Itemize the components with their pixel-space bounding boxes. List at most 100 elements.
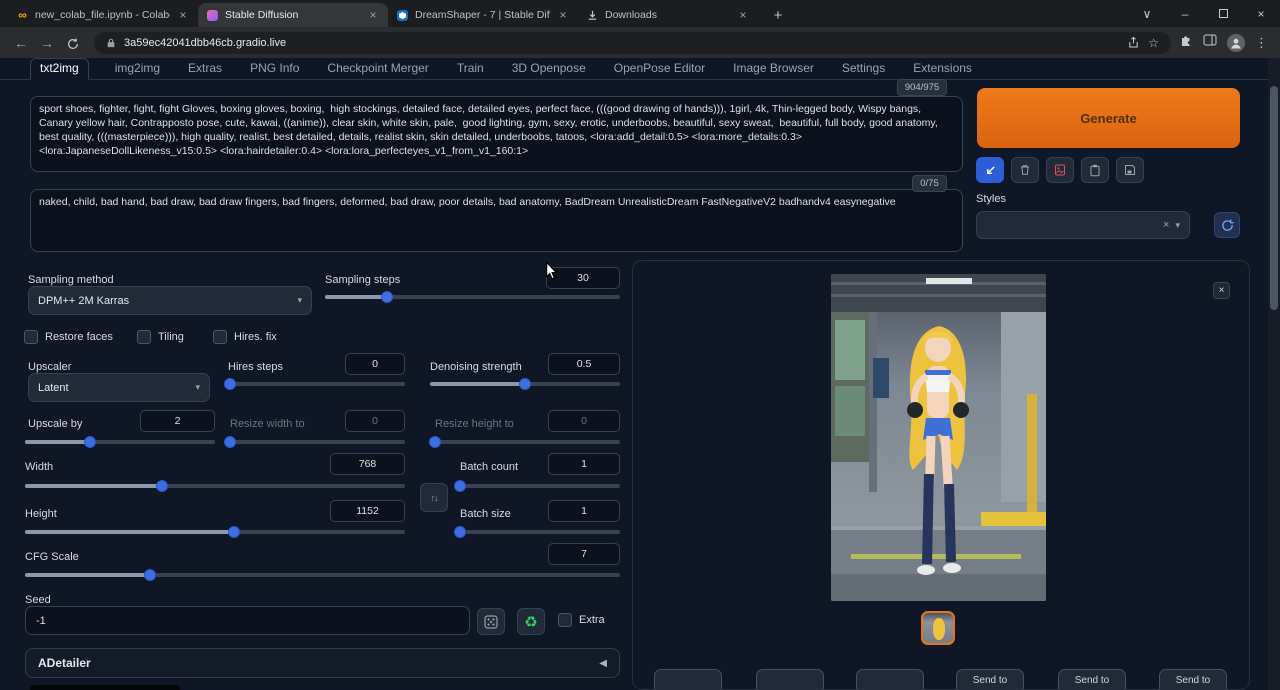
batch-size-value[interactable]: 1 [548,500,620,522]
output-action-button[interactable] [856,669,924,690]
save-style-button[interactable] [1116,157,1144,183]
adetailer-accordion[interactable]: ADetailer ◀ [25,648,620,678]
denoising-strength-value[interactable]: 0.5 [548,353,620,375]
new-tab-button[interactable]: + [766,3,790,27]
generated-image [831,274,1046,601]
hires-fix-checkbox[interactable]: Hires. fix [213,330,277,344]
reuse-seed-button[interactable]: ♻ [517,608,545,635]
downloads-favicon [586,9,599,22]
output-zip-button[interactable] [756,669,824,690]
restore-faces-checkbox[interactable]: Restore faces [24,330,113,344]
batch-count-value[interactable]: 1 [548,453,620,475]
height-slider[interactable] [25,526,405,538]
address-bar[interactable]: 3a59ec42041dbb46cb.gradio.live ☆ [94,32,1171,54]
tab-close-icon[interactable]: × [736,8,750,22]
checkbox-box[interactable] [24,330,38,344]
upscale-by-slider[interactable] [25,436,215,448]
batch-size-slider[interactable] [460,526,620,538]
minimize-button[interactable]: – [1166,0,1204,27]
tiling-checkbox[interactable]: Tiling [137,330,184,344]
gallery-thumbnail[interactable] [921,611,955,645]
refresh-styles-button[interactable] [1214,212,1240,238]
bookmark-star-icon[interactable]: ☆ [1148,36,1159,50]
batch-count-slider[interactable] [460,480,620,492]
denoising-strength-slider[interactable] [430,378,620,390]
hires-steps-slider[interactable] [230,378,405,390]
paste-generation-params-button[interactable] [976,157,1004,183]
output-save-button[interactable] [654,669,722,690]
extra-seed-checkbox[interactable]: Extra [558,613,605,627]
close-preview-button[interactable]: × [1213,282,1230,299]
sampling-steps-slider[interactable] [325,291,620,303]
tab-search-chevron-icon[interactable]: ∨ [1128,0,1166,27]
clear-prompt-button[interactable] [1011,157,1039,183]
extra-networks-button[interactable] [1046,157,1074,183]
forward-button[interactable]: → [34,31,60,55]
lock-icon [106,37,116,49]
maximize-button[interactable] [1204,0,1242,27]
checkbox-box[interactable] [137,330,151,344]
browser-tab-colab[interactable]: ∞ new_colab_file.ipynb - Colaborat × [8,3,198,27]
tab-checkpoint-merger[interactable]: Checkpoint Merger [325,59,430,79]
browser-menu-icon[interactable]: ⋮ [1255,35,1268,51]
tab-txt2img[interactable]: txt2img [30,58,89,80]
styles-dropdown[interactable]: × ▾ [976,211,1190,239]
hires-steps-value[interactable]: 0 [345,353,405,375]
swap-width-height-button[interactable]: ↑↓ [420,483,448,512]
browser-tab-stable-diffusion[interactable]: Stable Diffusion × [198,3,388,27]
reload-button[interactable] [60,31,86,55]
browser-tab-title: DreamShaper - 7 | Stable Diffusio [415,9,550,21]
close-window-button[interactable]: × [1242,0,1280,27]
share-icon[interactable] [1127,36,1140,49]
seed-input[interactable] [25,606,470,635]
upscale-by-value[interactable]: 2 [140,410,215,432]
apply-style-button[interactable] [1081,157,1109,183]
dice-icon [484,615,498,629]
tab-openpose-editor[interactable]: OpenPose Editor [612,59,707,79]
resize-width-to-label: Resize width to [230,418,305,430]
tab-img2img[interactable]: img2img [113,59,162,79]
browser-tab-title: new_colab_file.ipynb - Colaborat [35,9,170,21]
generated-image-preview[interactable] [831,274,1046,601]
width-value[interactable]: 768 [330,453,405,475]
tab-close-icon[interactable]: × [366,8,380,22]
send-to-img2img-button[interactable]: Send to [956,669,1024,690]
tab-3d-openpose[interactable]: 3D Openpose [510,59,588,79]
sampling-method-dropdown[interactable]: DPM++ 2M Karras ▾ [28,286,312,315]
side-panel-icon[interactable] [1203,33,1217,52]
back-button[interactable]: ← [8,31,34,55]
extensions-puzzle-icon[interactable] [1179,33,1193,52]
tab-close-icon[interactable]: × [556,8,570,22]
url-text[interactable]: 3a59ec42041dbb46cb.gradio.live [124,37,1119,49]
tab-image-browser[interactable]: Image Browser [731,59,816,79]
output-panel: × Send to Send to Send to [632,260,1250,690]
tab-settings[interactable]: Settings [840,59,887,79]
tab-extras[interactable]: Extras [186,59,224,79]
random-seed-button[interactable] [477,608,505,635]
tab-extensions[interactable]: Extensions [911,59,974,79]
send-to-extras-button[interactable]: Send to [1159,669,1227,690]
browser-tab-downloads[interactable]: Downloads × [578,3,758,27]
scrollbar-thumb[interactable] [1270,86,1278,310]
styles-clear-icon[interactable]: × [1163,219,1169,231]
checkbox-box[interactable] [213,330,227,344]
upscaler-dropdown[interactable]: Latent ▾ [28,373,210,402]
cfg-scale-slider[interactable] [25,569,620,581]
browser-tab-dreamshaper[interactable]: DreamShaper - 7 | Stable Diffusio × [388,3,578,27]
prompt-input[interactable]: sport shoes, fighter, fight, fight Glove… [30,96,963,172]
tab-png-info[interactable]: PNG Info [248,59,301,79]
page-scrollbar[interactable] [1268,58,1280,690]
generate-button[interactable]: Generate [977,88,1240,148]
chevron-down-icon: ▾ [297,295,302,306]
height-value[interactable]: 1152 [330,500,405,522]
cfg-scale-value[interactable]: 7 [548,543,620,565]
batch-size-label: Batch size [460,508,511,520]
checkbox-box[interactable] [558,613,572,627]
upscaler-value: Latent [38,382,189,394]
profile-avatar[interactable] [1227,34,1245,52]
send-to-inpaint-button[interactable]: Send to [1058,669,1126,690]
tab-train[interactable]: Train [455,59,486,79]
width-slider[interactable] [25,480,405,492]
tab-close-icon[interactable]: × [176,8,190,22]
negative-prompt-input[interactable]: naked, child, bad hand, bad draw, bad dr… [30,189,963,252]
